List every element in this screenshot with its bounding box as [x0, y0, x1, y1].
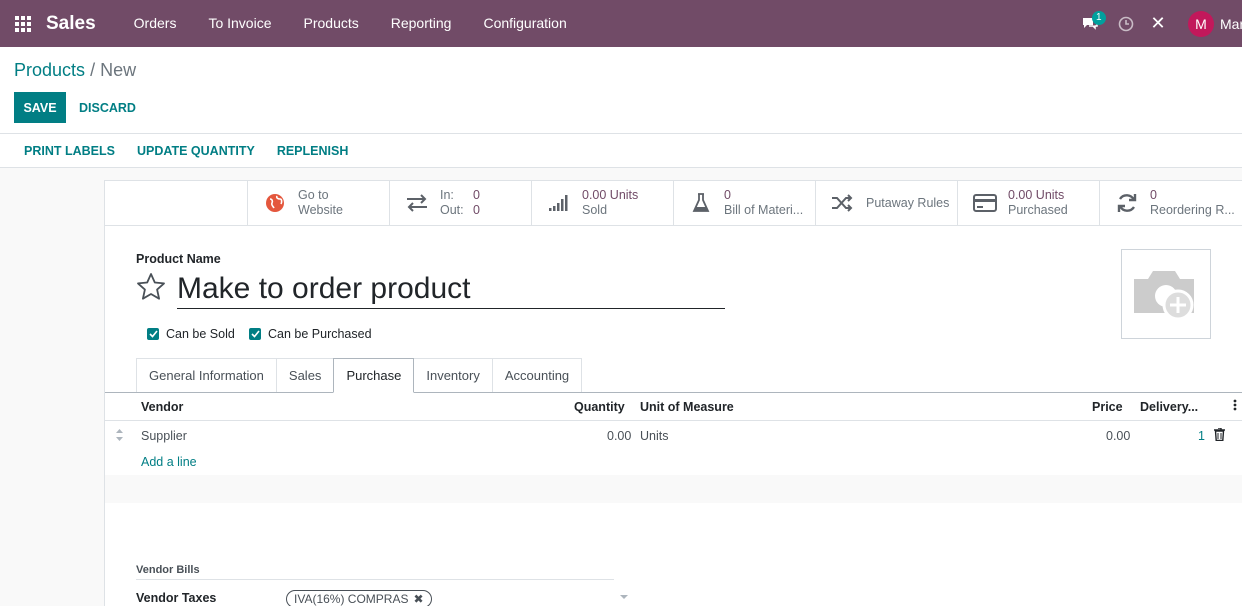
- tax-tag-label: IVA(16%) COMPRAS: [294, 592, 409, 606]
- column-options-icon[interactable]: [1233, 398, 1237, 415]
- breadcrumb-current: New: [100, 60, 137, 80]
- control-panel: Products / New SAVE DISCARD: [0, 47, 1242, 134]
- product-image[interactable]: [1121, 249, 1211, 339]
- dropdown-caret-icon[interactable]: [620, 595, 628, 599]
- breadcrumb-separator: /: [90, 60, 96, 80]
- bill-of-materials-button[interactable]: 0 Bill of Materi...: [673, 181, 815, 225]
- row-delivery: 1: [1198, 429, 1205, 443]
- breadcrumb-products-link[interactable]: Products: [14, 60, 85, 80]
- can-be-purchased-checkbox[interactable]: Can be Purchased: [249, 327, 372, 341]
- tab-inventory[interactable]: Inventory: [413, 358, 493, 392]
- update-quantity-button[interactable]: UPDATE QUANTITY: [126, 144, 266, 158]
- website-line2: Website: [298, 203, 343, 217]
- avatar[interactable]: M: [1188, 10, 1214, 37]
- col-delivery[interactable]: Delivery...: [1140, 400, 1198, 414]
- tax-tag: IVA(16%) COMPRAS ✖: [286, 590, 432, 606]
- putaway-label: Putaway Rules: [866, 195, 950, 210]
- vendor-taxes-label: Vendor Taxes: [136, 591, 217, 605]
- tag-remove-icon[interactable]: ✖: [413, 592, 423, 606]
- breadcrumb: Products / New: [14, 60, 136, 81]
- chat-icon[interactable]: 1: [1070, 0, 1110, 47]
- menu-to-invoice[interactable]: To Invoice: [192, 0, 287, 47]
- apps-grid-icon[interactable]: [0, 0, 46, 47]
- row-price: 0.00: [1106, 429, 1131, 443]
- list-footer: [105, 475, 1242, 503]
- flask-icon: [688, 193, 714, 213]
- in-value: 0: [473, 188, 480, 202]
- bom-label: Bill of Materi...: [724, 203, 804, 217]
- navbar-systray: 1 ✕ M Mar: [1070, 0, 1242, 47]
- form-statusbar: PRINT LABELS UPDATE QUANTITY REPLENISH: [0, 134, 1242, 168]
- notebook-tabs: General Information Sales Purchase Inven…: [136, 358, 583, 393]
- tab-purchase[interactable]: Purchase: [333, 358, 415, 393]
- purchased-value: 0.00 Units: [1008, 188, 1065, 202]
- reordering-label: Reordering R...: [1150, 203, 1235, 217]
- user-name[interactable]: Mar: [1220, 16, 1242, 32]
- in-label: In:: [440, 188, 454, 202]
- tab-accounting[interactable]: Accounting: [491, 358, 583, 392]
- can-be-sold-checkbox[interactable]: Can be Sold: [147, 327, 235, 341]
- row-uom: Units: [640, 429, 669, 443]
- sold-button[interactable]: 0.00 Units Sold: [531, 181, 673, 225]
- reordering-value: 0: [1150, 188, 1157, 202]
- sold-value: 0.00 Units: [582, 188, 639, 202]
- sold-label: Sold: [582, 203, 608, 217]
- chat-badge: 1: [1092, 11, 1106, 25]
- out-label: Out:: [440, 203, 464, 217]
- row-vendor: Supplier: [141, 429, 187, 443]
- can-be-sold-label: Can be Sold: [166, 327, 235, 341]
- menu-configuration[interactable]: Configuration: [467, 0, 582, 47]
- checkbox-checked-icon: [147, 328, 159, 340]
- menu-orders[interactable]: Orders: [118, 0, 193, 47]
- product-name-label: Product Name: [136, 252, 221, 266]
- go-to-website-button[interactable]: Go to Website: [247, 181, 389, 225]
- drag-handle-icon[interactable]: [115, 428, 124, 445]
- out-value: 0: [473, 203, 480, 217]
- debug-close-icon[interactable]: ✕: [1142, 0, 1174, 47]
- top-navbar: Sales Orders To Invoice Products Reporti…: [0, 0, 1242, 47]
- vendor-table-header: Vendor Quantity Unit of Measure Price De…: [105, 393, 1242, 421]
- col-quantity[interactable]: Quantity: [574, 400, 625, 414]
- save-button[interactable]: SAVE: [14, 92, 66, 123]
- replenish-button[interactable]: REPLENISH: [266, 144, 360, 158]
- app-brand[interactable]: Sales: [46, 13, 96, 35]
- vendor-bills-section-title: Vendor Bills: [136, 564, 614, 580]
- row-quantity: 0.00: [607, 429, 632, 443]
- purchased-button[interactable]: 0.00 Units Purchased: [957, 181, 1099, 225]
- camera-add-icon: [1134, 271, 1194, 321]
- col-price[interactable]: Price: [1092, 400, 1123, 414]
- signal-bars-icon: [546, 194, 572, 212]
- add-a-line-link[interactable]: Add a line: [141, 455, 197, 469]
- col-unit-of-measure[interactable]: Unit of Measure: [640, 400, 734, 414]
- table-row[interactable]: Supplier 0.00 Units 0.00 1: [105, 422, 1242, 449]
- menu-products[interactable]: Products: [288, 0, 375, 47]
- discard-button[interactable]: DISCARD: [79, 92, 136, 123]
- trash-icon[interactable]: [1214, 427, 1225, 444]
- globe-icon: [262, 193, 288, 213]
- bom-value: 0: [724, 188, 731, 202]
- in-out-button[interactable]: In: 0 Out: 0: [389, 181, 531, 225]
- tab-sales[interactable]: Sales: [275, 358, 335, 392]
- website-line1: Go to: [298, 188, 329, 202]
- reordering-rules-button[interactable]: 0 Reordering R...: [1099, 181, 1241, 225]
- exchange-arrows-icon: [404, 193, 430, 213]
- can-be-purchased-label: Can be Purchased: [268, 327, 372, 341]
- shuffle-icon: [830, 194, 856, 212]
- refresh-icon: [1114, 193, 1140, 213]
- credit-card-icon: [972, 194, 998, 212]
- putaway-rules-button[interactable]: Putaway Rules: [815, 181, 957, 225]
- purchased-label: Purchased: [1008, 203, 1068, 217]
- col-vendor[interactable]: Vendor: [141, 400, 183, 414]
- tab-general-information[interactable]: General Information: [136, 358, 277, 392]
- product-name-input[interactable]: [177, 269, 725, 309]
- star-icon[interactable]: [136, 272, 166, 302]
- checkbox-checked-icon: [249, 328, 261, 340]
- print-labels-button[interactable]: PRINT LABELS: [13, 144, 126, 158]
- smart-button-box: Go to Website In: 0 Out: 0 0.00 Units Sold…: [247, 181, 1241, 226]
- clock-icon[interactable]: [1110, 0, 1142, 47]
- menu-reporting[interactable]: Reporting: [375, 0, 468, 47]
- form-sheet: Go to Website In: 0 Out: 0 0.00 Units Sold…: [104, 180, 1242, 606]
